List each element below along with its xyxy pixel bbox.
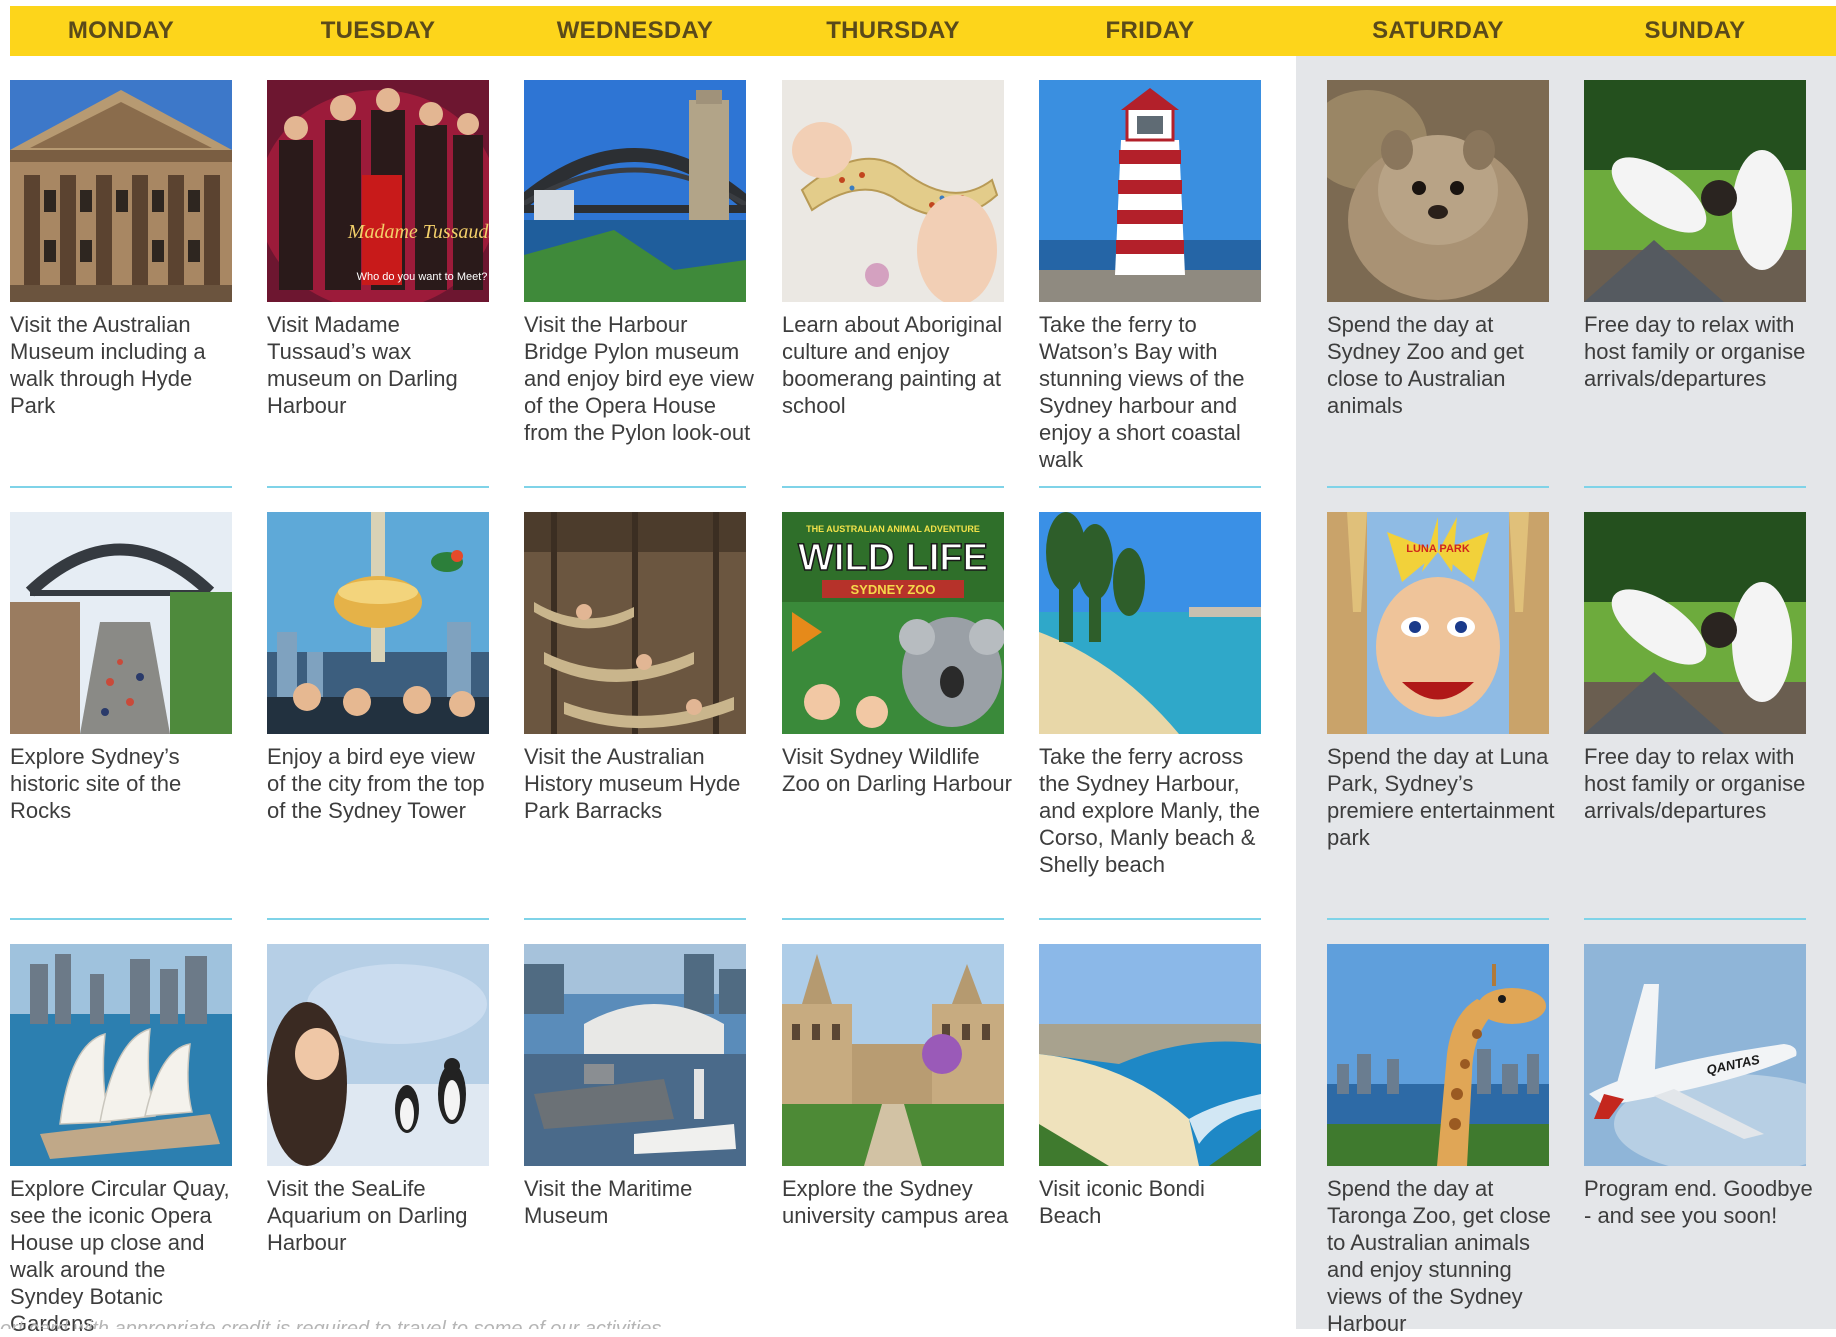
lighthouse-photo <box>1039 80 1261 302</box>
row-divider <box>1584 918 1806 920</box>
wildlife-zoo-poster: THE AUSTRALIAN ANIMAL ADVENTURE WILD LIF… <box>782 512 1004 734</box>
row-divider <box>1584 486 1806 488</box>
row-divider <box>10 918 232 920</box>
row-divider <box>782 486 1004 488</box>
tussauds-tagline: Who do you want to Meet? <box>357 271 488 283</box>
sydney-university-photo <box>782 944 1004 1166</box>
activity-caption: Enjoy a bird eye view of the city from t… <box>267 744 485 823</box>
activity-caption: Visit Madame Tussaud’s wax museum on Dar… <box>267 312 458 418</box>
activity-caption: Spend the day at Taronga Zoo, get close … <box>1327 1176 1551 1336</box>
hyde-park-barracks-photo <box>524 512 746 734</box>
day-sunday: SUNDAY <box>1644 17 1746 44</box>
activity-caption: Take the ferry across the Sydney Harbour… <box>1039 744 1260 877</box>
opera-house-photo <box>10 944 232 1166</box>
activity-caption: Free day to relax with host family or or… <box>1584 312 1806 391</box>
sealife-aquarium-photo <box>267 944 489 1166</box>
activity-caption: Explore the Sydney university campus are… <box>782 1176 1009 1228</box>
activity-caption: Visit the SeaLife Aquarium on Darling Ha… <box>267 1176 468 1255</box>
wildlife-poster-subtitle: SYDNEY ZOO <box>850 582 935 597</box>
relax-garden-photo <box>1584 512 1806 734</box>
row-divider <box>524 918 746 920</box>
activity-caption: Visit Sydney Wildlife Zoo on Darling Har… <box>782 744 1012 796</box>
row-divider <box>267 918 489 920</box>
activity-caption: Explore Circular Quay, see the iconic Op… <box>10 1176 230 1336</box>
wildlife-poster-top-text: THE AUSTRALIAN ANIMAL ADVENTURE <box>806 524 980 534</box>
activity-caption: Visit the Australian Museum including a … <box>10 312 206 418</box>
the-rocks-photo <box>10 512 232 734</box>
luna-park-sign: LUNA PARK <box>1406 543 1470 555</box>
relax-garden-photo <box>1584 80 1806 302</box>
luna-park-photo: LUNA PARK <box>1327 512 1549 734</box>
activity-caption: Spend the day at Luna Park, Sydney’s pre… <box>1327 744 1555 850</box>
day-monday: MONDAY <box>67 17 175 44</box>
activity-caption: Free day to relax with host family or or… <box>1584 744 1806 823</box>
sydney-tower-photo <box>267 512 489 734</box>
taronga-zoo-photo <box>1327 944 1549 1166</box>
manly-beach-photo <box>1039 512 1261 734</box>
activity-caption: Explore Sydney’s historic site of the Ro… <box>10 744 182 823</box>
activity-caption: Visit the Australian History museum Hyde… <box>524 744 741 823</box>
day-wednesday: WEDNESDAY <box>556 17 714 44</box>
madame-tussauds-photo: Madame Tussauds Who do you want to Meet? <box>267 80 489 302</box>
day-tuesday: TUESDAY <box>320 17 436 44</box>
tussauds-logo-text: Madame Tussauds <box>347 221 489 243</box>
day-thursday: THURSDAY <box>826 17 960 44</box>
row-divider <box>1039 486 1261 488</box>
qantas-plane-photo: QANTAS <box>1584 944 1806 1166</box>
activity-caption: Take the ferry to Watson’s Bay with stun… <box>1039 312 1245 472</box>
day-saturday: SATURDAY <box>1372 17 1504 44</box>
row-divider <box>1327 486 1549 488</box>
row-divider <box>782 918 1004 920</box>
row-divider <box>10 486 232 488</box>
bondi-beach-photo <box>1039 944 1261 1166</box>
harbour-bridge-photo <box>524 80 746 302</box>
row-divider <box>267 486 489 488</box>
activity-caption: Spend the day at Sydney Zoo and get clos… <box>1327 312 1524 418</box>
day-friday: FRIDAY <box>1105 17 1195 44</box>
quokka-photo <box>1327 80 1549 302</box>
activity-caption: Visit the Maritime Museum <box>524 1176 693 1228</box>
activity-caption: Learn about Aboriginal culture and enjoy… <box>782 312 1003 418</box>
wildlife-poster-title: WILD LIFE <box>798 537 988 579</box>
row-divider <box>1327 918 1549 920</box>
maritime-museum-photo <box>524 944 746 1166</box>
activity-caption: Visit the Harbour Bridge Pylon museum an… <box>524 312 754 445</box>
row-divider <box>1039 918 1261 920</box>
boomerang-painting-photo <box>782 80 1004 302</box>
row-divider <box>524 486 746 488</box>
australian-museum-photo <box>10 80 232 302</box>
activity-caption: Visit iconic Bondi Beach <box>1039 1176 1205 1228</box>
activity-caption: Program end. Goodbye - and see you soon! <box>1584 1176 1813 1228</box>
footnote-text: ort card with appropriate credit is requ… <box>0 1318 662 1329</box>
